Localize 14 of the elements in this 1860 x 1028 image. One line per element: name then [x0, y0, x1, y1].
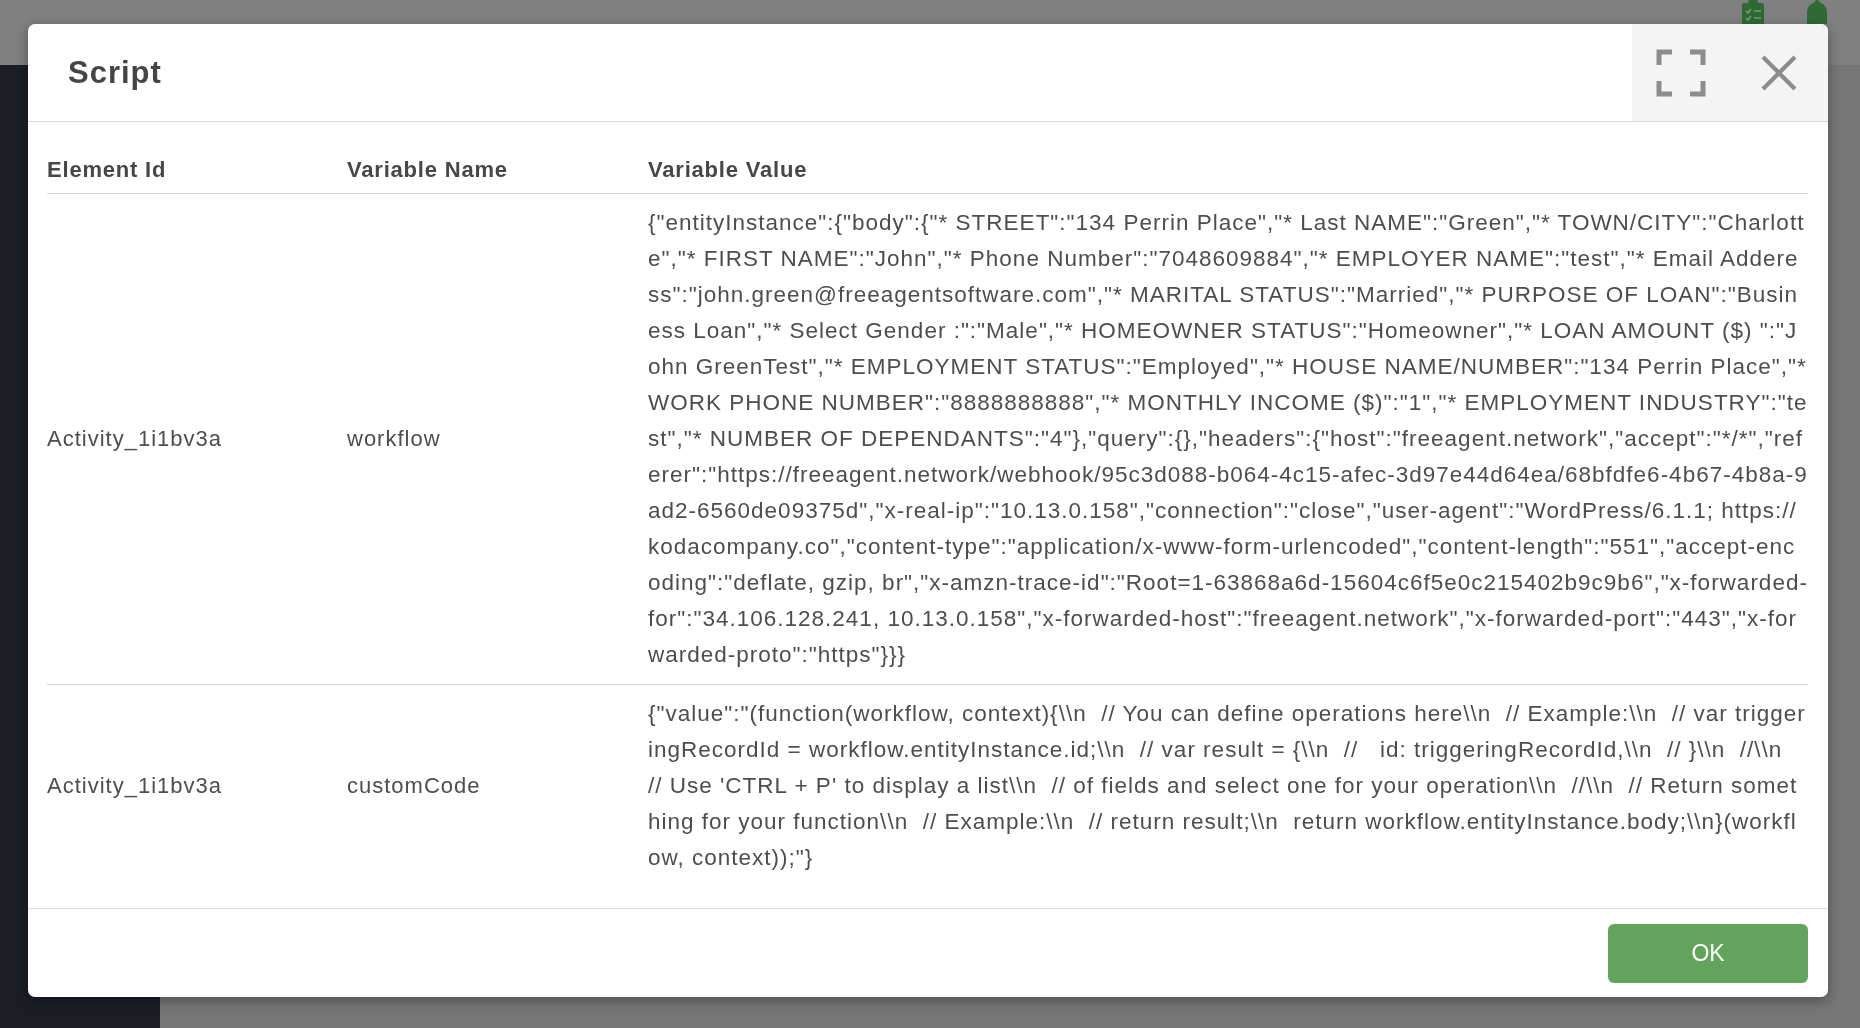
close-icon	[1761, 54, 1797, 91]
column-header: Variable Name	[347, 157, 508, 182]
column-header: Element Id	[47, 157, 167, 182]
element-id-cell: Activity_1i1bv3a	[47, 426, 222, 451]
column-header: Variable Value	[648, 157, 808, 182]
expand-icon	[1656, 48, 1706, 97]
variable-name-cell: customCode	[347, 773, 481, 798]
clipboard-check-icon[interactable]	[1740, 0, 1766, 24]
variable-value-cell-text: {"entityInstance":{"body":{"* STREET":"134 Perrin Place","* Last NAME":"Green","* TOWN/CITY":"Charlotte","* FIRST NAME":"John","* Phone Number":"7048609884","* EMPLOYER NAME":"test","* Email Adderess":"john.green@freeagentsoftware.com","* MARITAL STATUS":"Married","* PURPOSE OF LOAN":"Business Loan","* Select Gender :":"Male","* HOMEOWNER STATUS":"Homeowner","* LOAN AMOUNT ($) ":"John GreenTest","* EMPLOYMENT STATUS":"Employed","* HOUSE NAME/NUMBER":"134 Perrin Place","* WORK PHONE NUMBER":"8888888888","* MONTHLY INCOME ($)":"1","* EMPLOYMENT INDUSTRY":"test","* NUMBER OF DEPENDANTS":"4"},"query":{},"headers":{"host":"freeagent.network","accept":"*/*","referer":"https://freeagent.network/webhook/95c3d088-b064-4c15-afec-3d97e44d64ea/68bfdfe6-4b67-4b8a-9ad2-6560de09375d","x-real-ip":"10.13.0.158","connection":"close","user-agent":"WordPress/6.1.1; https://kodacompany.co","content-type":"application/x-www-form-urlencoded","content-length":"551","accept-encoding":"deflate, gzip, br","x-amzn-trace-id":"Root=1-63868a6d-15604c6f5e0c215402b9c9b6","x-forwarded-for":"34.106.128.241, 10.13.0.158","x-forwarded-host":"freeagent.network","x-forwarded-port":"443","x-forwarded-proto":"https"}}}	[648, 209, 1808, 669]
variable-value-cell-text: {"value":"(function(workflow, context){\\n // You can define operations here\\n // Example:\\n // var triggeringRecordId = workflow.entityInstance.id;\\n // var result = {\\n // id: triggeringRecordId,\\n // }\\n //\\n // Use 'CTRL + P' to display a list\\n // of fields and select one for your operation\\n //\\n // Return something for your function\\n // Example:\\n // return result;\\n return workflow.entityInstance.body;\\n}(workflow, context));"}	[648, 700, 1807, 872]
dialog-title: Script	[68, 54, 162, 91]
element-id-cell: Activity_1i1bv3a	[47, 773, 222, 798]
variable-name-cell: workflow	[347, 426, 441, 451]
ok-button[interactable]: OK	[1608, 924, 1808, 983]
